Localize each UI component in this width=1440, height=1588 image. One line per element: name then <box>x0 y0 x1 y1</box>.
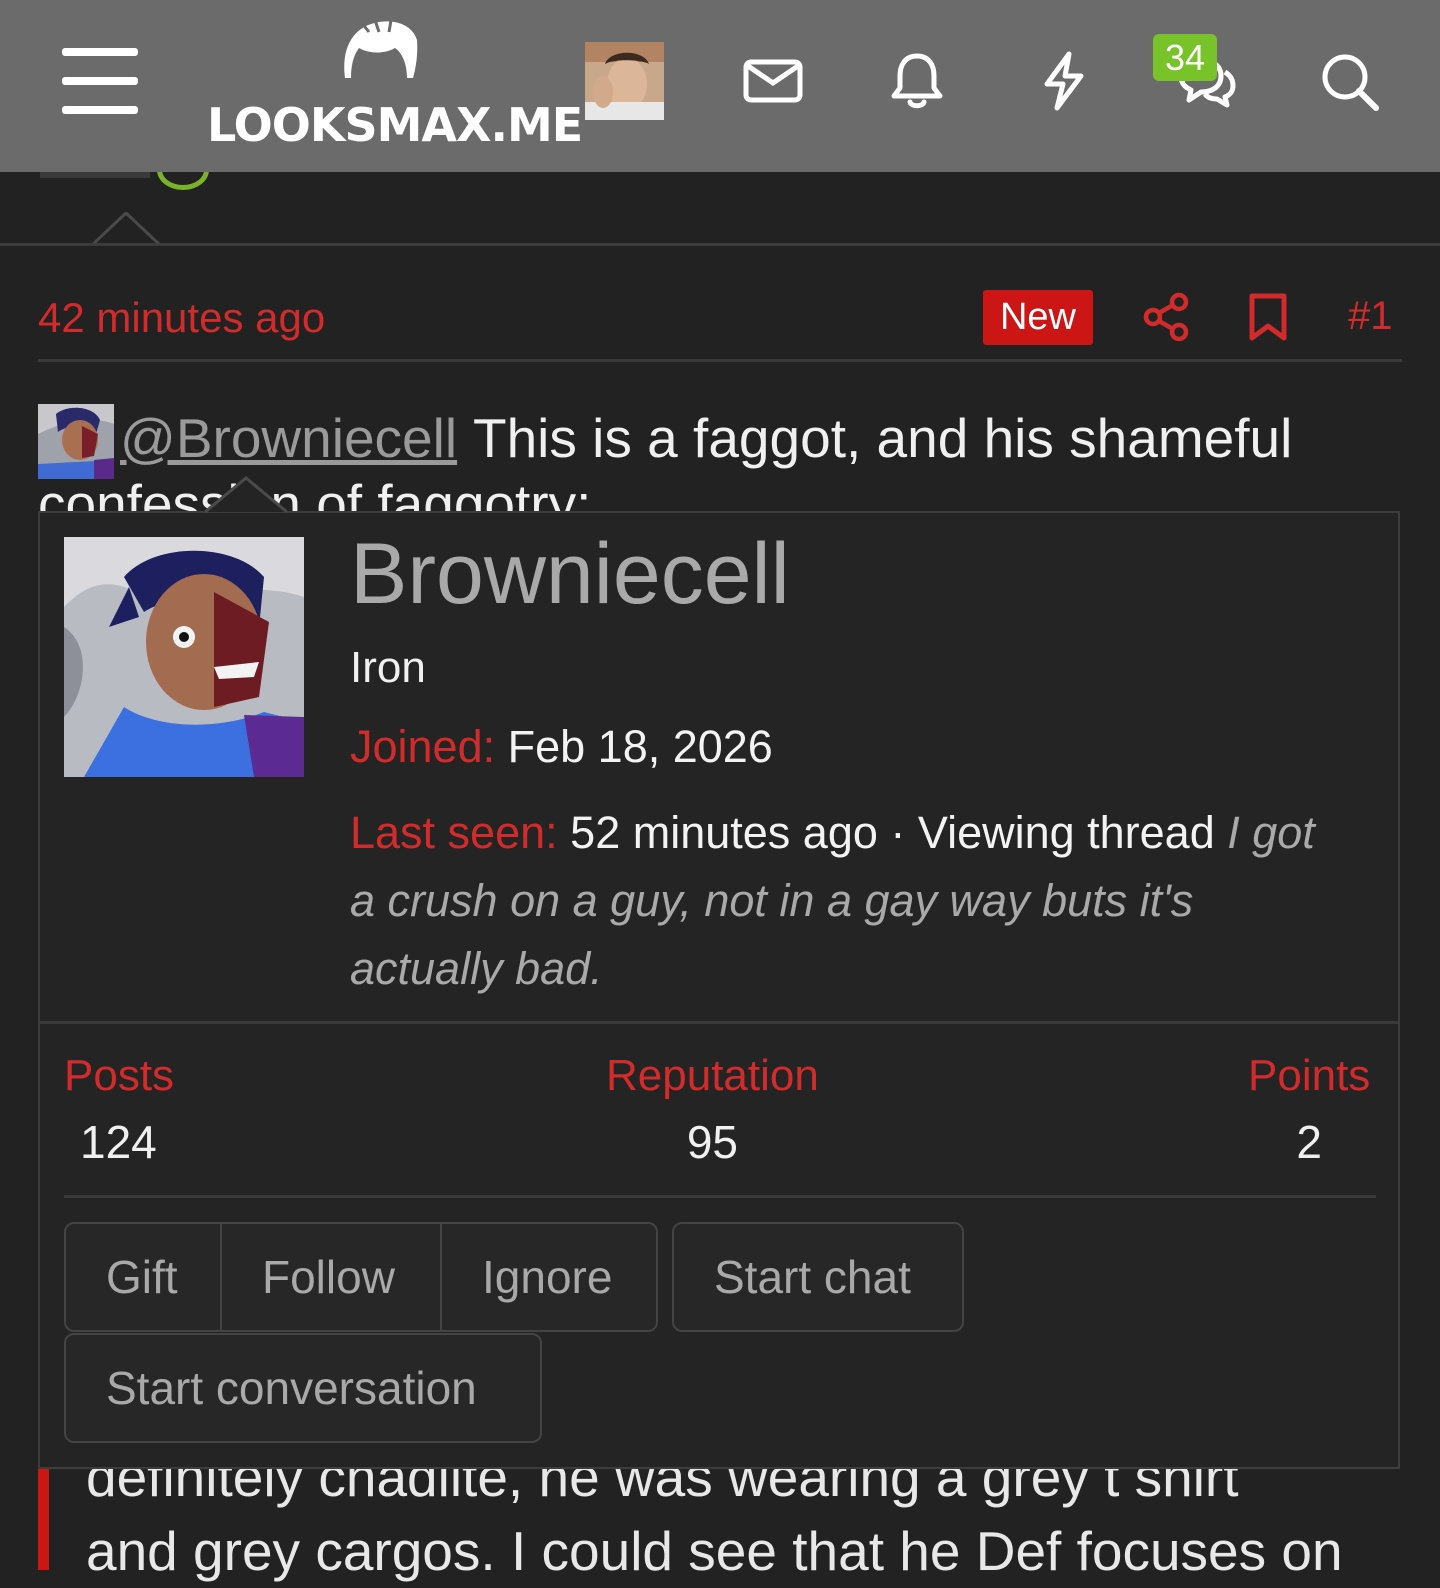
bell-icon[interactable] <box>886 50 948 112</box>
post-header-divider <box>38 359 1402 362</box>
new-badge: New <box>983 290 1093 345</box>
ignore-button[interactable]: Ignore <box>442 1224 656 1330</box>
menu-icon[interactable] <box>62 48 138 114</box>
follow-button[interactable]: Follow <box>222 1224 442 1330</box>
post-text: This is a faggot, and his shameful <box>473 407 1293 469</box>
avatar-photo <box>585 42 664 120</box>
start-conversation-button[interactable]: Start conversation <box>64 1333 542 1443</box>
last-seen-value: 52 minutes ago · Viewing thread <box>570 807 1228 858</box>
share-icon[interactable] <box>1143 292 1191 342</box>
post-header: 42 minutes ago New #1 <box>38 290 1402 348</box>
site-name: LOOKSMAX.ME <box>207 98 583 152</box>
member-rank: Iron <box>350 643 426 692</box>
divider-notch <box>92 212 160 246</box>
post-permalink[interactable]: #1 <box>1348 294 1393 339</box>
member-avatar-art <box>64 537 304 777</box>
member-username[interactable]: Browniecell <box>350 525 790 624</box>
stat-value: 95 <box>686 1116 738 1168</box>
stats-divider <box>64 1195 1376 1198</box>
stat-reputation[interactable]: Reputation 95 <box>606 1051 819 1169</box>
stat-label: Reputation <box>606 1051 819 1100</box>
post-timestamp[interactable]: 42 minutes ago <box>38 294 325 342</box>
notification-badge[interactable]: 34 <box>1153 34 1217 81</box>
post-text-clipped-line: confession of faggotry: <box>38 482 638 512</box>
stat-posts[interactable]: Posts 124 <box>64 1051 174 1169</box>
lightning-icon[interactable] <box>1033 50 1095 112</box>
search-icon[interactable] <box>1318 50 1380 112</box>
tooltip-pointer <box>205 476 287 513</box>
post-separator <box>0 243 1440 246</box>
member-joined: Joined: Feb 18, 2026 <box>350 721 773 773</box>
logo-hair-icon <box>344 19 418 78</box>
last-seen-label: Last seen: <box>350 807 558 858</box>
post-body-line: @Browniecell This is a faggot, and his s… <box>38 402 1418 482</box>
stat-label: Points <box>1248 1051 1371 1100</box>
start-chat-button[interactable]: Start chat <box>672 1222 964 1332</box>
post-text-clipped: confession of faggotry: <box>38 482 591 512</box>
top-navigation-bar: LOOKSMAX.ME 34 <box>0 0 1440 172</box>
quote-line: and grey cargos. I could see that he Def… <box>86 1520 1343 1582</box>
member-action-group: Gift Follow Ignore <box>64 1222 658 1332</box>
stat-points[interactable]: Points 2 <box>1248 1051 1370 1169</box>
joined-label: Joined: <box>350 721 496 772</box>
user-mention-link[interactable]: @Browniecell <box>120 406 457 470</box>
member-last-seen: Last seen: 52 minutes ago · Viewing thre… <box>350 799 1330 1003</box>
card-divider <box>40 1021 1398 1024</box>
joined-date: Feb 18, 2026 <box>507 721 773 772</box>
site-logo[interactable]: LOOKSMAX.ME <box>207 18 583 152</box>
stat-value: 2 <box>1296 1116 1322 1168</box>
gift-button[interactable]: Gift <box>66 1224 222 1330</box>
user-avatar[interactable] <box>585 42 664 120</box>
stat-value: 124 <box>80 1116 157 1168</box>
mention-avatar-art <box>38 404 114 479</box>
stat-label: Posts <box>64 1051 175 1100</box>
envelope-icon[interactable] <box>742 50 804 112</box>
member-tooltip-card: Browniecell Iron Joined: Feb 18, 2026 La… <box>38 511 1400 1469</box>
quote-bar <box>38 1469 49 1570</box>
bookmark-icon[interactable] <box>1246 292 1290 342</box>
mention-avatar[interactable] <box>38 404 114 479</box>
member-avatar[interactable] <box>64 537 304 777</box>
